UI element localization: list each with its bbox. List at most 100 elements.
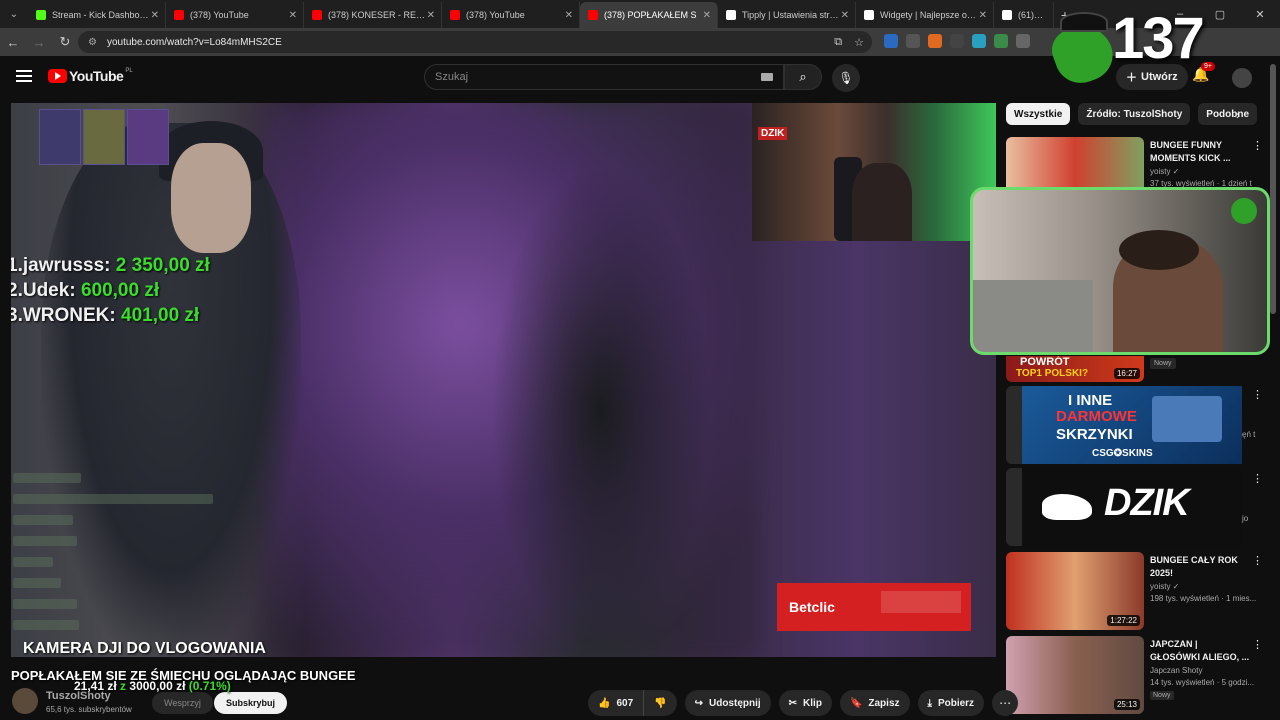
tab-youtube-2[interactable]: (378) KONESER - RENTGE✕ — [304, 2, 442, 28]
channel-avatar[interactable] — [12, 688, 38, 714]
related-video-title[interactable]: BUNGEE FUNNY MOMENTS KICK ... — [1150, 139, 1250, 165]
back-icon[interactable]: ← — [0, 29, 26, 55]
sponsor-tag — [881, 591, 961, 613]
pixelated-overlay — [39, 109, 169, 165]
camera-title-overlay: KAMERA DJI DO VLOGOWANIA — [23, 640, 266, 657]
close-icon[interactable]: ✕ — [565, 10, 573, 21]
dzik-ad[interactable]: DZIK — [1022, 468, 1242, 546]
more-vert-icon[interactable]: ⋮ — [1252, 388, 1263, 401]
close-icon[interactable]: ✕ — [289, 10, 297, 21]
more-vert-icon[interactable]: ⋮ — [1252, 139, 1263, 152]
related-video[interactable]: 1:27:22 BUNGEE CAŁY ROK 2025! yoisty ✓ 1… — [1006, 552, 1266, 630]
close-icon[interactable]: ✕ — [703, 10, 711, 21]
thumb-text: TOP1 POLSKI? — [1016, 368, 1089, 379]
close-icon[interactable]: ✕ — [979, 10, 987, 21]
forward-icon[interactable]: → — [26, 29, 52, 55]
boar-icon — [1042, 494, 1092, 520]
video-thumbnail[interactable]: 25:13 — [1006, 636, 1144, 714]
maximize-icon[interactable]: ▢ — [1200, 0, 1240, 28]
tab-tipply[interactable]: Tipply | Ustawienia strony ✕ — [718, 2, 856, 28]
watermark-icon — [1231, 198, 1257, 224]
scrollbar[interactable] — [1270, 60, 1278, 720]
related-channel[interactable]: Japczan Shoty — [1150, 666, 1202, 675]
save-button[interactable]: 🔖 Zapisz — [839, 690, 910, 716]
duration-badge: 25:13 — [1113, 699, 1140, 710]
chip-similar[interactable]: Podobne — [1198, 103, 1258, 125]
video-player[interactable]: 1.jawrusss: 2 350,00 zł 2.Udek: 600,00 z… — [11, 103, 996, 657]
mic-icon[interactable]: 🎙 — [832, 64, 860, 92]
ad-text: I INNE — [1068, 392, 1113, 409]
face — [171, 143, 251, 253]
chevron-right-icon[interactable]: › — [1236, 108, 1240, 122]
extension-icon[interactable] — [906, 34, 920, 48]
close-window-icon[interactable]: ✕ — [1240, 0, 1280, 28]
related-meta: 14 tys. wyświetleń · 5 godzi... — [1150, 678, 1255, 687]
tab-title: (378) POPŁAKAŁEM S — [604, 10, 697, 20]
site-info-icon[interactable]: ⚙ — [88, 37, 97, 48]
extension-icon[interactable] — [928, 34, 942, 48]
video-thumbnail[interactable]: POWRÓT TOP1 POLSKI? 16:27 — [1006, 356, 1144, 382]
related-channel[interactable]: yoisty ✓ — [1150, 167, 1179, 176]
close-icon[interactable]: ✕ — [841, 10, 849, 21]
related-video-title[interactable]: JAPCZAN | GŁOSÓWKI ALIEGO, ... — [1150, 638, 1250, 664]
related-video[interactable]: 25:13 JAPCZAN | GŁOSÓWKI ALIEGO, ... Jap… — [1006, 636, 1266, 714]
thumbs-down-icon: 👎 — [654, 697, 667, 709]
extension-icon[interactable] — [950, 34, 964, 48]
tab-youtube-3[interactable]: (378) YouTube ✕ — [442, 2, 580, 28]
video-thumbnail[interactable]: 1:27:22 — [1006, 552, 1144, 630]
tab-tiktok[interactable]: (61)#mikroc — [994, 2, 1054, 28]
tab-widgety[interactable]: Widgety | Najlepsze opro ✕ — [856, 2, 994, 28]
keyboard-icon[interactable] — [761, 73, 773, 81]
install-icon[interactable]: ⧉ — [834, 36, 842, 49]
search-input[interactable]: Szukaj — [424, 64, 784, 90]
tab-youtube-active[interactable]: (378) POPŁAKAŁEM S ✕ — [580, 2, 718, 28]
extension-icon[interactable] — [994, 34, 1008, 48]
tab-title: (378) KONESER - RENTGE — [328, 10, 426, 20]
share-icon: ↪ — [694, 697, 703, 709]
search-button[interactable]: ⌕ — [784, 64, 822, 90]
reload-icon[interactable]: ↻ — [52, 29, 78, 55]
join-button[interactable]: Wesprzyj — [152, 692, 213, 714]
extension-icon[interactable] — [884, 34, 898, 48]
extension-icon[interactable] — [1016, 34, 1030, 48]
dislike-button[interactable]: 👎 — [644, 690, 677, 716]
menu-icon[interactable] — [16, 68, 32, 84]
bookmark-star-icon[interactable]: ☆ — [854, 36, 864, 49]
duration-badge: 1:27:22 — [1107, 615, 1140, 626]
donor-name: WRONEK: — [22, 305, 116, 326]
close-icon[interactable]: ✕ — [151, 10, 159, 21]
url-field[interactable]: ⚙ youtube.com/watch?v=Lo84mMHS2CE ⧉ ☆ — [78, 31, 872, 53]
tab-search-icon[interactable]: ⌄ — [0, 0, 28, 28]
subscribe-button[interactable]: Subskrybuj — [214, 692, 288, 714]
share-button[interactable]: ↪ Udostępnij — [684, 690, 771, 716]
youtube-logo[interactable]: YouTube PL — [48, 68, 133, 84]
related-video-title[interactable]: BUNGEE CAŁY ROK 2025! — [1150, 554, 1250, 580]
more-vert-icon[interactable]: ⋮ — [1252, 638, 1263, 651]
video-actions: 👍 607 👎 ↪ Udostępnij ✂ Klip 🔖 Zapisz ⤓ Pobier… — [588, 690, 1019, 716]
donor-row: 3.WRONEK: 401,00 zł — [11, 303, 210, 328]
donor-amount: 401,00 zł — [121, 305, 200, 326]
more-vert-icon[interactable]: ⋮ — [1252, 554, 1263, 567]
related-channel[interactable]: yoisty ✓ — [1150, 582, 1179, 591]
like-button[interactable]: 👍 607 — [588, 690, 645, 716]
tab-kick[interactable]: Stream - Kick Dashboard ✕ — [28, 2, 166, 28]
close-icon[interactable]: ✕ — [427, 10, 435, 21]
donor-name: jawrusss: — [22, 255, 111, 276]
download-button[interactable]: ⤓ Pobierz — [917, 690, 985, 716]
more-horiz-icon[interactable]: ⋯ — [992, 690, 1019, 716]
csgoskins-ad[interactable]: I INNE DARMOWE SKRZYNKI CSG✪SKINS — [1022, 386, 1242, 464]
url-text: youtube.com/watch?v=Lo84mMHS2CE — [106, 36, 282, 48]
related-meta: 198 tys. wyświetleń · 1 mies... — [1150, 594, 1257, 603]
account-avatar[interactable] — [1232, 68, 1252, 88]
chip-source[interactable]: Źródło: TuszolShoty — [1078, 103, 1191, 125]
sponsor-banner: Betclic — [777, 583, 971, 631]
crate-image — [1152, 396, 1222, 442]
clip-button[interactable]: ✂ Klip — [778, 690, 832, 716]
extension-icon[interactable] — [972, 34, 986, 48]
tab-title: Stream - Kick Dashboard — [52, 10, 150, 20]
tab-title: (378) YouTube — [190, 10, 249, 20]
ad-side-text: jo — [1242, 514, 1249, 523]
more-vert-icon[interactable]: ⋮ — [1252, 472, 1263, 485]
tab-youtube-1[interactable]: (378) YouTube ✕ — [166, 2, 304, 28]
chip-all[interactable]: Wszystkie — [1006, 103, 1071, 125]
